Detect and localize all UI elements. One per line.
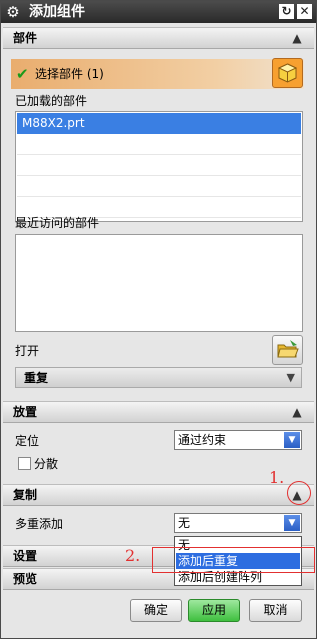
add-component-dialog: ⚙ 添加组件 ↻ ✕ 部件 ▲ ✔ 选择部件 (1) 已加载的部件 M88X2.… (0, 0, 317, 639)
placement-section-label: 放置 (13, 405, 38, 419)
gear-icon[interactable]: ⚙ (5, 4, 21, 20)
repeat-dropdown[interactable]: 重复 ▼ (15, 367, 302, 388)
collapse-icon[interactable]: ▲ (288, 29, 306, 47)
loaded-parts-list[interactable]: M88X2.prt (15, 111, 303, 222)
cube-icon (277, 63, 298, 83)
apply-button[interactable]: 应用 (188, 599, 240, 622)
folder-icon (277, 340, 299, 358)
reset-icon[interactable]: ↻ (279, 4, 294, 19)
parts-section-label: 部件 (13, 31, 38, 45)
window-title: 添加组件 (29, 4, 85, 20)
select-part-button[interactable] (272, 58, 303, 88)
multi-add-value: 无 (178, 516, 191, 530)
multi-add-select[interactable]: 无 ▼ (174, 513, 302, 533)
multi-add-label: 多重添加 (15, 517, 64, 531)
list-item-empty (17, 134, 301, 155)
chevron-down-icon[interactable]: ▼ (284, 515, 300, 531)
select-part-row[interactable]: ✔ 选择部件 (1) (11, 59, 304, 89)
position-label: 定位 (15, 434, 40, 448)
chevron-down-icon: ▼ (286, 371, 295, 384)
recent-parts-list[interactable] (15, 234, 303, 332)
settings-section-label: 设置 (13, 549, 38, 563)
scatter-label: 分散 (34, 457, 59, 471)
copy-section-label: 复制 (13, 488, 38, 502)
list-item-empty (17, 155, 301, 176)
title-bar: ⚙ 添加组件 ↻ ✕ (1, 1, 316, 23)
list-item-empty (17, 176, 301, 197)
ok-button[interactable]: 确定 (130, 599, 182, 622)
chevron-down-icon[interactable]: ▼ (284, 432, 300, 448)
scatter-checkbox[interactable] (18, 457, 31, 470)
open-label: 打开 (15, 344, 40, 358)
open-button[interactable] (272, 335, 303, 365)
annotation-step-2: 2. (125, 546, 141, 565)
loaded-parts-label: 已加载的部件 (15, 94, 88, 108)
list-item[interactable]: M88X2.prt (17, 113, 301, 134)
position-value: 通过约束 (178, 433, 227, 447)
repeat-label: 重复 (24, 371, 49, 385)
select-part-label: 选择部件 (1) (35, 67, 104, 81)
preview-section-label: 预览 (13, 572, 38, 586)
collapse-icon[interactable]: ▲ (288, 403, 306, 421)
cancel-button[interactable]: 取消 (249, 599, 302, 622)
check-icon: ✔ (16, 65, 29, 83)
placement-section-header[interactable]: 放置 ▲ (3, 401, 314, 423)
close-icon[interactable]: ✕ (297, 4, 312, 19)
copy-section-header[interactable]: 复制 ▲ (3, 484, 314, 506)
recent-parts-label: 最近访问的部件 (15, 216, 100, 230)
parts-section-header[interactable]: 部件 ▲ (3, 27, 314, 49)
annotation-highlight-box (152, 547, 315, 573)
annotation-circle (287, 481, 311, 505)
annotation-step-1: 1. (269, 468, 285, 487)
position-select[interactable]: 通过约束 ▼ (174, 430, 302, 450)
